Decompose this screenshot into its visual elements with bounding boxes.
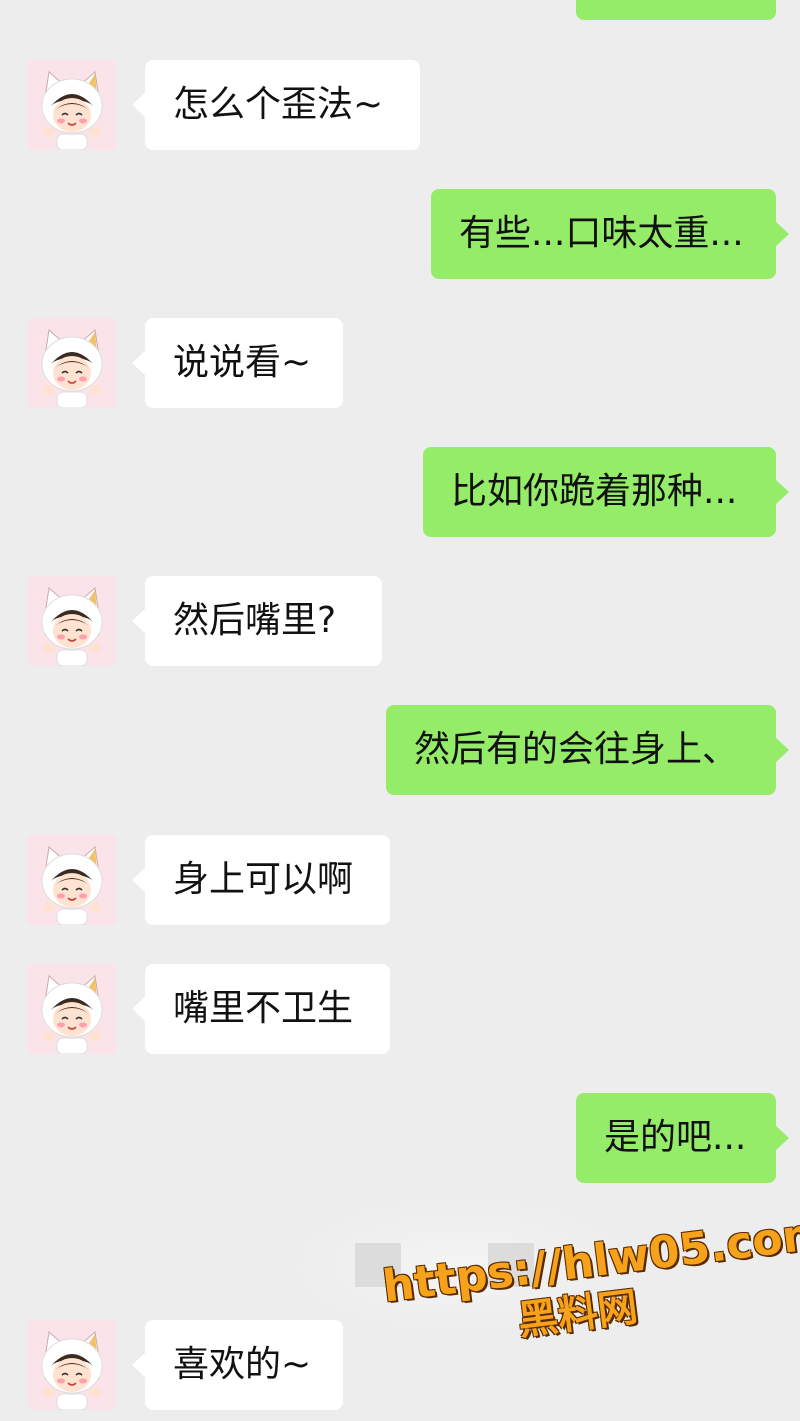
contact-avatar[interactable] bbox=[27, 964, 117, 1054]
message-bubble-outgoing[interactable]: 比如你跪着那种... bbox=[423, 447, 789, 537]
message-bubble-incoming[interactable]: 嘴里不卫生 bbox=[132, 964, 390, 1054]
contact-avatar[interactable] bbox=[27, 576, 117, 666]
message-bubble-outgoing[interactable]: 是的吧... bbox=[576, 1093, 789, 1183]
message-bubble-incoming[interactable]: 喜欢的~ bbox=[132, 1320, 343, 1410]
avatar-girl-cat-hood-icon bbox=[27, 1320, 117, 1410]
message-bubble-incoming[interactable]: 怎么个歪法~ bbox=[132, 60, 420, 150]
avatar-girl-cat-hood-icon bbox=[27, 318, 117, 408]
message-bubble-incoming[interactable]: 然后嘴里? bbox=[132, 576, 382, 666]
contact-avatar[interactable] bbox=[27, 1320, 117, 1410]
message-bubble-outgoing[interactable]: 然后有的会往身上、 bbox=[386, 705, 789, 795]
avatar-girl-cat-hood-icon bbox=[27, 964, 117, 1054]
message-bubble-outgoing[interactable]: 有些...口味太重... bbox=[431, 189, 789, 279]
contact-avatar[interactable] bbox=[27, 835, 117, 925]
message-bubble-incoming[interactable]: 说说看~ bbox=[132, 318, 343, 408]
avatar-girl-cat-hood-icon bbox=[27, 835, 117, 925]
message-bubble-outgoing[interactable] bbox=[576, 0, 776, 20]
contact-avatar[interactable] bbox=[27, 60, 117, 150]
avatar-girl-cat-hood-icon bbox=[27, 60, 117, 150]
message-bubble-incoming[interactable]: 身上可以啊 bbox=[132, 835, 390, 925]
chat-area: 怎么个歪法~ 有些...口味太重... 说说看~ 比如你跪着那种... 然后嘴里… bbox=[0, 0, 800, 1421]
contact-avatar[interactable] bbox=[27, 318, 117, 408]
avatar-girl-cat-hood-icon bbox=[27, 576, 117, 666]
